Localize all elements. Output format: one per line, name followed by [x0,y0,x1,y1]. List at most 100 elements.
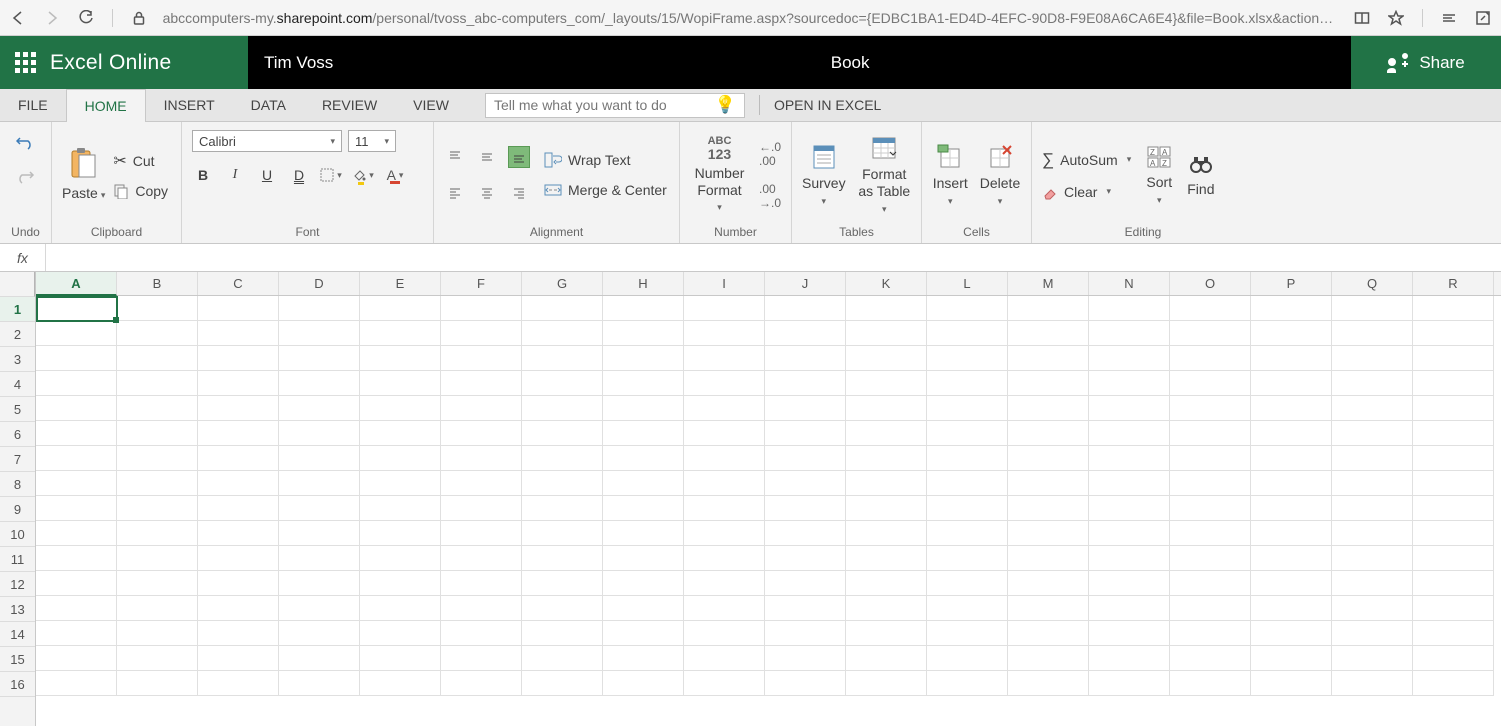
cell[interactable] [927,296,1008,321]
cell[interactable] [36,621,117,646]
cell[interactable] [1413,471,1494,496]
cell[interactable] [1251,671,1332,696]
cell[interactable] [1170,421,1251,446]
cell[interactable] [1089,621,1170,646]
cell[interactable] [603,621,684,646]
cell[interactable] [1089,596,1170,621]
cell[interactable] [1008,571,1089,596]
cell[interactable] [522,671,603,696]
cell[interactable] [441,646,522,671]
tab-file[interactable]: FILE [0,89,66,122]
cell[interactable] [441,396,522,421]
cell[interactable] [1251,646,1332,671]
cells-grid[interactable] [36,296,1501,696]
cell[interactable] [927,321,1008,346]
cell[interactable] [603,296,684,321]
cell[interactable] [1089,421,1170,446]
cell[interactable] [522,446,603,471]
cell[interactable] [117,471,198,496]
cell[interactable] [522,646,603,671]
cell[interactable] [441,521,522,546]
cell[interactable] [360,621,441,646]
cell[interactable] [1008,296,1089,321]
cell[interactable] [603,646,684,671]
cell[interactable] [360,396,441,421]
cell[interactable] [1332,296,1413,321]
cell[interactable] [117,321,198,346]
cell[interactable] [765,496,846,521]
address-bar[interactable]: abccomputers-my.sharepoint.com/personal/… [163,10,1336,26]
cell[interactable] [360,646,441,671]
select-all-corner[interactable] [0,272,35,297]
cell[interactable] [360,571,441,596]
cell[interactable] [1089,521,1170,546]
cell[interactable] [846,521,927,546]
cell[interactable] [360,421,441,446]
column-header[interactable]: G [522,272,603,295]
cell[interactable] [36,421,117,446]
cell[interactable] [765,321,846,346]
cell[interactable] [1332,371,1413,396]
cell[interactable] [117,571,198,596]
cell[interactable] [846,446,927,471]
merge-center-button[interactable]: Merge & Center [544,182,667,198]
cell[interactable] [1170,646,1251,671]
cell[interactable] [1089,396,1170,421]
cell[interactable] [927,446,1008,471]
cell[interactable] [117,396,198,421]
favorite-icon[interactable] [1388,10,1404,26]
align-right-button[interactable] [508,182,530,204]
cell[interactable] [117,446,198,471]
cell[interactable] [684,671,765,696]
cell[interactable] [279,421,360,446]
copy-button[interactable]: Copy [113,183,168,199]
cell[interactable] [522,621,603,646]
cell[interactable] [603,371,684,396]
redo-icon[interactable] [16,166,36,186]
cell[interactable] [846,371,927,396]
cell[interactable] [765,371,846,396]
row-header[interactable]: 6 [0,422,35,447]
align-bottom-button[interactable] [508,146,530,168]
cell[interactable] [603,346,684,371]
cell[interactable] [1413,496,1494,521]
column-header[interactable]: O [1170,272,1251,295]
cell[interactable] [360,471,441,496]
cell[interactable] [279,621,360,646]
cell[interactable] [198,646,279,671]
borders-button[interactable] [320,164,342,186]
cell[interactable] [1413,396,1494,421]
insert-cells-button[interactable]: Insert ▾ [933,143,968,207]
cell[interactable] [522,321,603,346]
column-header[interactable]: N [1089,272,1170,295]
sort-button[interactable]: ZAAZ Sort ▾ [1145,144,1173,206]
cell[interactable] [1251,471,1332,496]
formula-input[interactable] [46,244,1501,271]
cell[interactable] [1170,671,1251,696]
cell[interactable] [117,421,198,446]
cell[interactable] [441,471,522,496]
cell[interactable] [1413,446,1494,471]
cell[interactable] [1170,346,1251,371]
cell[interactable] [684,296,765,321]
cell[interactable] [117,621,198,646]
cell[interactable] [1170,621,1251,646]
cell[interactable] [441,546,522,571]
tab-view[interactable]: VIEW [395,89,467,122]
cell[interactable] [117,371,198,396]
survey-button[interactable]: Survey ▾ [802,143,846,207]
row-header[interactable]: 12 [0,572,35,597]
cell[interactable] [36,571,117,596]
cell[interactable] [36,471,117,496]
cell[interactable] [198,571,279,596]
cell[interactable] [846,546,927,571]
cell[interactable] [36,671,117,696]
cell[interactable] [1251,546,1332,571]
cell[interactable] [279,496,360,521]
tab-home[interactable]: HOME [66,89,146,122]
cell[interactable] [603,396,684,421]
column-header[interactable]: C [198,272,279,295]
user-name[interactable]: Tim Voss [248,36,349,89]
cell[interactable] [279,646,360,671]
cell[interactable] [765,421,846,446]
